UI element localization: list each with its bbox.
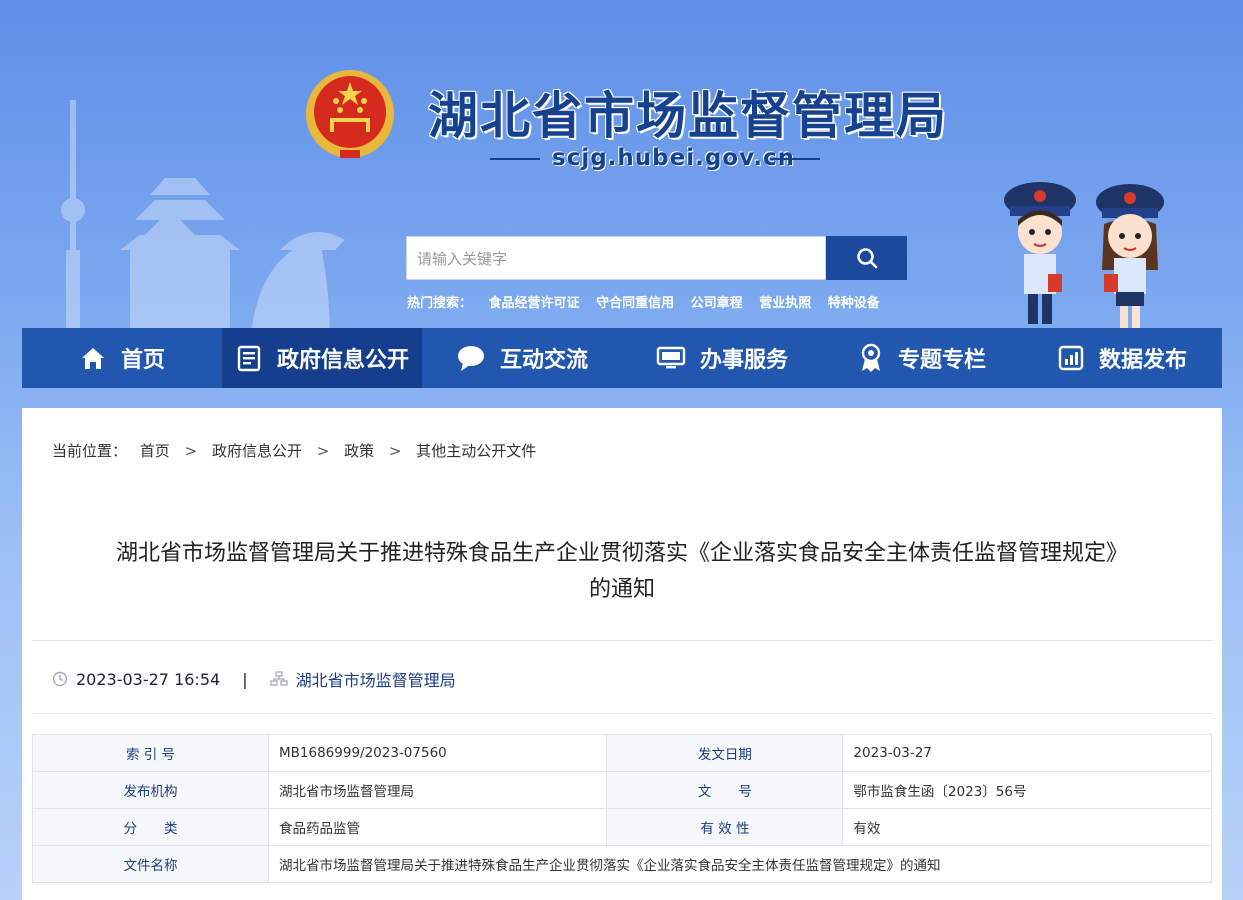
nav-item-topics[interactable]: 专题专栏 xyxy=(822,328,1022,388)
breadcrumb-item[interactable]: 政策 xyxy=(344,442,374,460)
site-title: 湖北省市场监督管理局 xyxy=(428,87,948,145)
chat-icon xyxy=(457,346,484,371)
chart-icon xyxy=(1058,345,1084,371)
nav-label: 首页 xyxy=(120,348,165,373)
info-value: 食品药品监管 xyxy=(267,808,608,846)
table-row: 分 类 食品药品监管 有 效 性 有效 xyxy=(32,808,1212,846)
nav-item-interaction[interactable]: 互动交流 xyxy=(422,328,622,388)
article-title-line: 的通知 xyxy=(588,577,655,602)
document-info-table: 索 引 号 MB1686999/2023-07560 发文日期 2023-03-… xyxy=(32,734,1212,883)
article-meta: 2023-03-27 16:54 | 湖北省市场监督管理局 xyxy=(52,667,456,691)
divider-line-right xyxy=(770,158,820,160)
hot-search: 热门搜索： 食品经营许可证 守合同重信用 公司章程 营业执照 特种设备 xyxy=(407,292,892,311)
table-row: 索 引 号 MB1686999/2023-07560 发文日期 2023-03-… xyxy=(32,734,1212,772)
title-divider xyxy=(32,640,1212,641)
breadcrumb-item[interactable]: 政府信息公开 xyxy=(212,442,302,460)
breadcrumb-separator: > xyxy=(316,442,330,460)
domain-text: scjg.hubei.gov.cn xyxy=(552,145,795,171)
info-value: 鄂市监食生函〔2023〕56号 xyxy=(842,771,1212,809)
info-value: 2023-03-27 xyxy=(842,734,1212,772)
nav-item-home[interactable]: 首页 xyxy=(22,328,222,388)
hot-search-link[interactable]: 食品经营许可证 xyxy=(489,296,580,311)
nav-label: 政府信息公开 xyxy=(276,348,409,373)
breadcrumb-separator: > xyxy=(184,442,198,460)
main-nav: 首页 政府信息公开 互动交流 办事服务 专题专栏 数据发布 xyxy=(22,328,1222,388)
nav-label: 专题专栏 xyxy=(897,348,986,373)
nav-item-data[interactable]: 数据发布 xyxy=(1022,328,1222,388)
table-row: 发布机构 湖北省市场监督管理局 文 号 鄂市监食生函〔2023〕56号 xyxy=(32,771,1212,809)
info-key: 索 引 号 xyxy=(32,734,269,772)
mascot-illustration xyxy=(1004,182,1164,328)
search-icon xyxy=(856,248,877,269)
breadcrumb-item[interactable]: 首页 xyxy=(140,442,170,460)
info-value: 有效 xyxy=(842,808,1212,846)
nav-item-gov-info[interactable]: 政府信息公开 xyxy=(222,328,422,388)
document-icon xyxy=(237,345,261,372)
search-button[interactable] xyxy=(826,236,907,280)
table-row: 文件名称 湖北省市场监督管理局关于推进特殊食品生产企业贯彻落实《企业落实食品安全… xyxy=(32,845,1212,883)
home-icon xyxy=(81,348,104,369)
info-key: 分 类 xyxy=(32,808,269,846)
nav-item-services[interactable]: 办事服务 xyxy=(622,328,822,388)
info-key: 有 效 性 xyxy=(606,808,844,846)
breadcrumb-item[interactable]: 其他主动公开文件 xyxy=(416,442,536,460)
hot-search-link[interactable]: 营业执照 xyxy=(759,296,811,311)
breadcrumb: 当前位置： 首页 > 政府信息公开 > 政策 > 其他主动公开文件 xyxy=(52,440,536,461)
hot-search-link[interactable]: 公司章程 xyxy=(691,296,743,311)
hot-search-label: 热门搜索： xyxy=(407,296,473,311)
info-key: 文 号 xyxy=(606,771,844,809)
publish-datetime: 2023-03-27 16:54 xyxy=(76,669,221,689)
divider-line-left xyxy=(490,158,540,160)
info-key: 发文日期 xyxy=(606,734,844,772)
info-key: 文件名称 xyxy=(32,845,269,883)
nav-label: 互动交流 xyxy=(499,348,588,373)
hot-search-link[interactable]: 特种设备 xyxy=(828,296,880,311)
monitor-icon xyxy=(656,346,686,369)
award-icon xyxy=(861,343,881,372)
info-value: MB1686999/2023-07560 xyxy=(267,734,608,772)
nav-label: 数据发布 xyxy=(1098,348,1187,373)
clock-icon xyxy=(52,671,68,687)
info-value: 湖北省市场监督管理局关于推进特殊食品生产企业贯彻落实《企业落实食品安全主体责任监… xyxy=(268,845,1212,883)
national-emblem-icon xyxy=(306,70,394,158)
meta-divider xyxy=(32,713,1212,714)
meta-separator: | xyxy=(242,669,248,689)
hot-search-link[interactable]: 守合同重信用 xyxy=(596,296,674,311)
info-key: 发布机构 xyxy=(32,771,269,809)
breadcrumb-separator: > xyxy=(388,442,402,460)
publish-source: 湖北省市场监督管理局 xyxy=(295,671,456,690)
article-title: 湖北省市场监督管理局关于推进特殊食品生产企业贯彻落实《企业落实食品安全主体责任监… xyxy=(62,536,1182,608)
article-title-line: 湖北省市场监督管理局关于推进特殊食品生产企业贯彻落实《企业落实食品安全主体责任监… xyxy=(115,541,1128,566)
content-panel: 当前位置： 首页 > 政府信息公开 > 政策 > 其他主动公开文件 湖北省市场监… xyxy=(22,408,1222,900)
organization-icon xyxy=(269,671,288,686)
search-input[interactable]: 请输入关键字 xyxy=(406,236,826,280)
nav-label: 办事服务 xyxy=(699,348,788,373)
breadcrumb-label: 当前位置： xyxy=(52,442,128,460)
site-domain: scjg.hubei.gov.cn xyxy=(490,145,820,171)
info-value: 湖北省市场监督管理局 xyxy=(267,771,608,809)
